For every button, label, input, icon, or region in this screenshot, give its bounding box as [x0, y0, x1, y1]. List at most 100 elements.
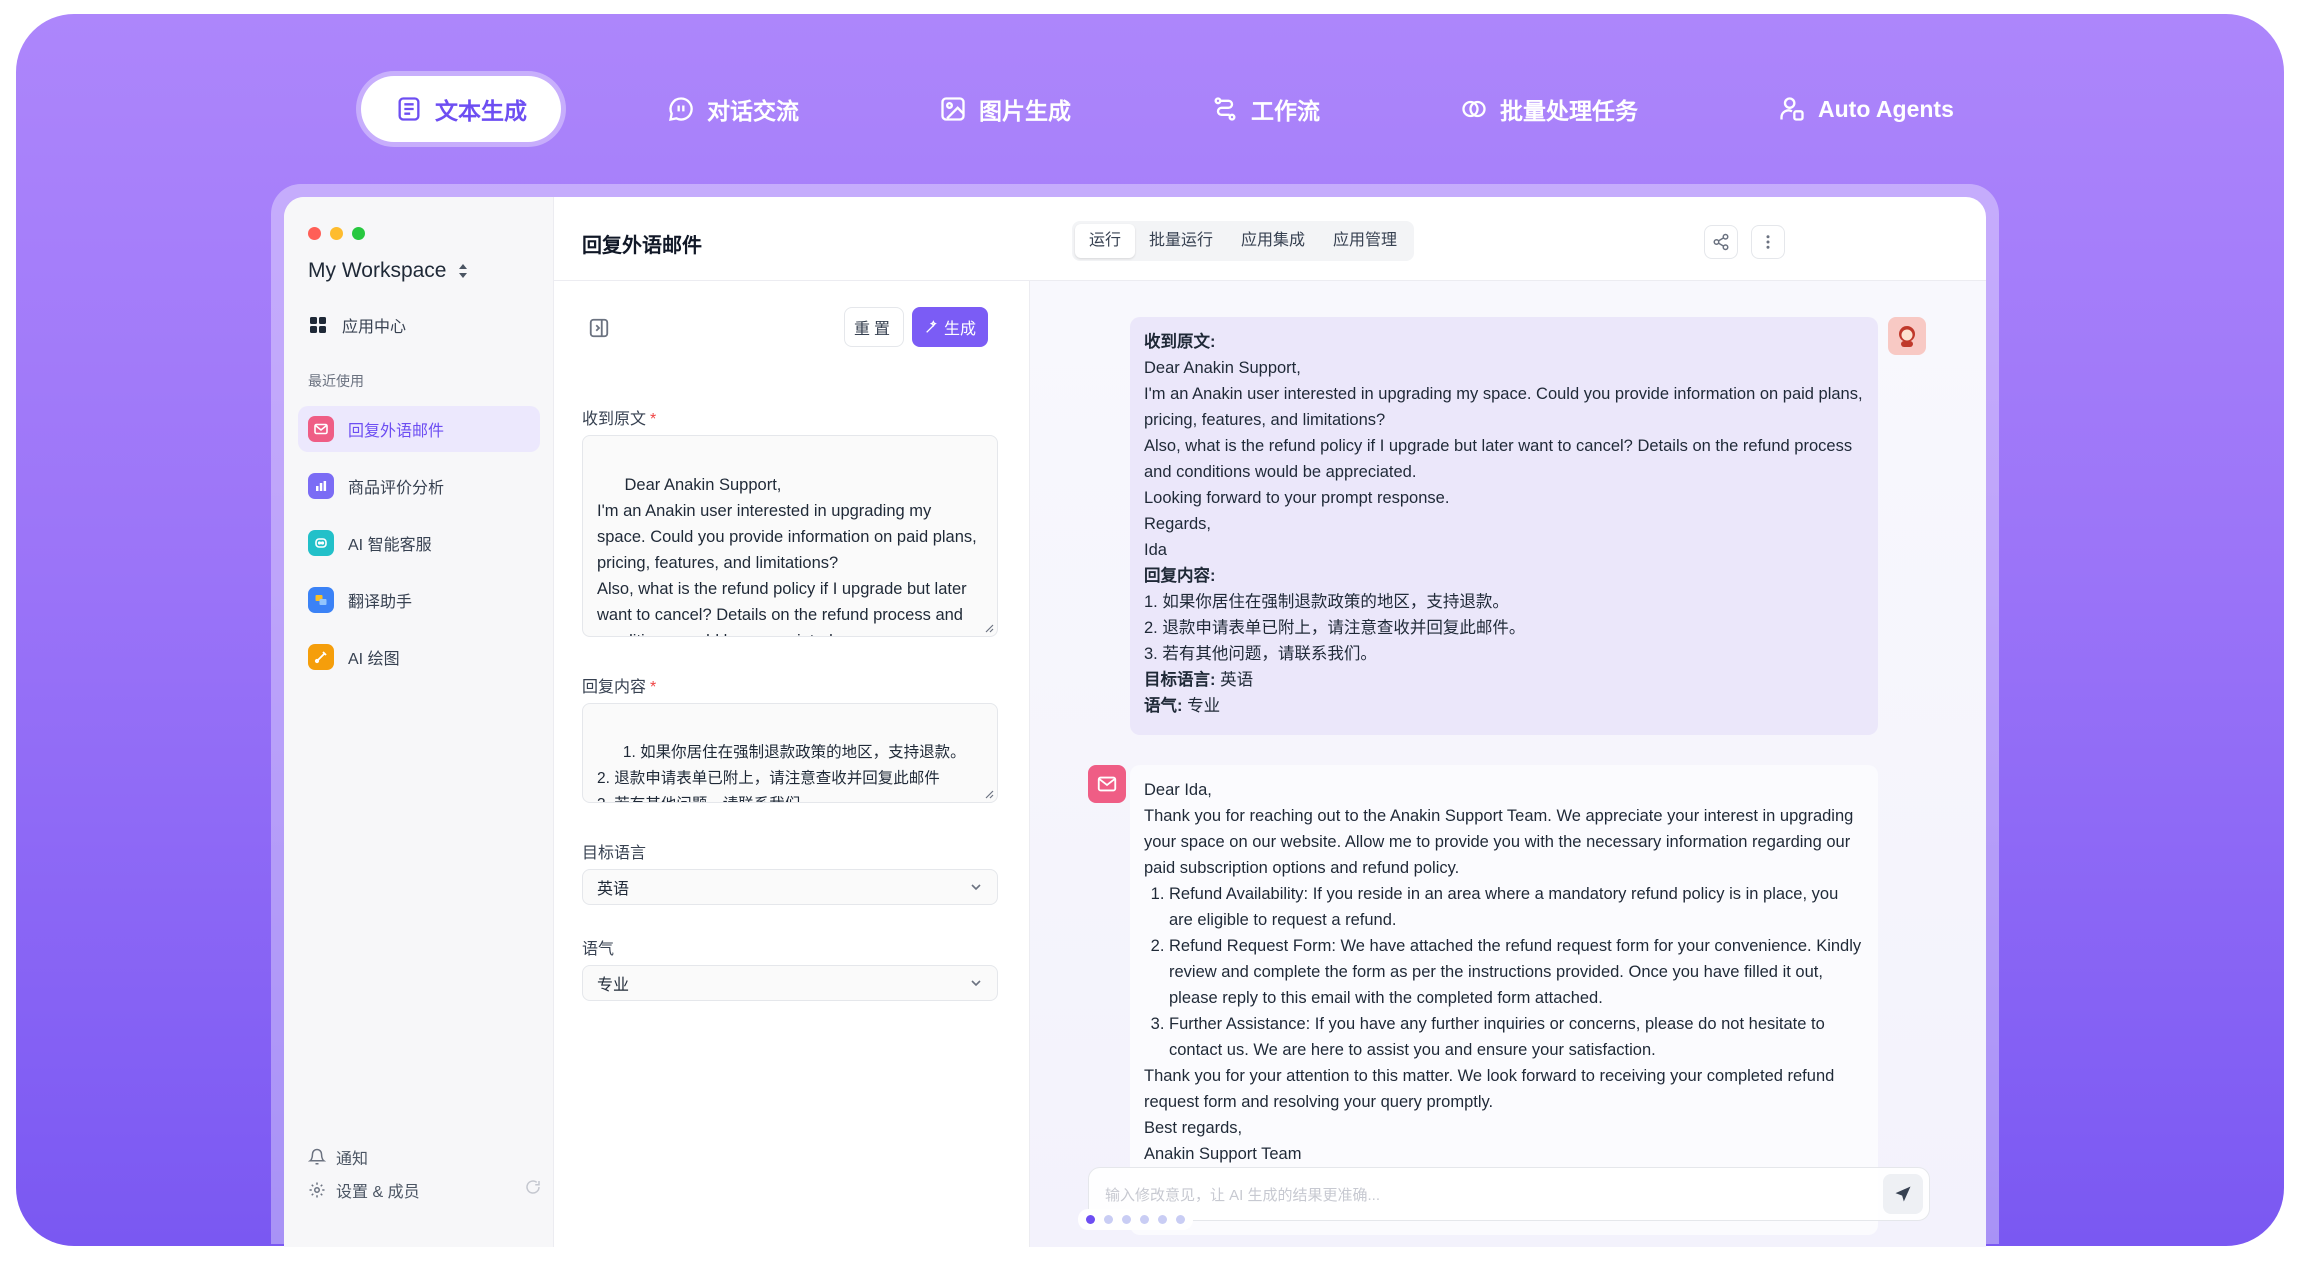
- user-avatar-icon: [1899, 326, 1915, 347]
- output-panel: 收到原文: Dear Anakin Support, I'm an Anakin…: [1030, 281, 1986, 1247]
- message-line: Dear Anakin Support,: [1144, 359, 1301, 377]
- tab-chat[interactable]: 对话交流: [633, 76, 833, 142]
- tab-workflow[interactable]: 工作流: [1177, 76, 1354, 142]
- sidebar-item-review-analysis[interactable]: 商品评价分析: [298, 463, 540, 509]
- tab-integration[interactable]: 应用集成: [1227, 224, 1319, 258]
- outro-paragraph: Thank you for your attention to this mat…: [1144, 1067, 1835, 1111]
- sidebar-item-label: 翻译助手: [348, 594, 413, 611]
- message-line: I'm an Anakin user interested in upgradi…: [1144, 385, 1863, 429]
- tab-label: Auto Agents: [1818, 95, 1954, 122]
- refresh-icon[interactable]: [524, 1178, 542, 1196]
- language-line: 目标语言: 英语: [1144, 671, 1254, 689]
- minimize-dot[interactable]: [330, 227, 343, 240]
- page-title: 回复外语邮件: [582, 235, 702, 257]
- page-dot[interactable]: [1158, 1215, 1167, 1224]
- page-dot[interactable]: [1176, 1215, 1185, 1224]
- close-dot[interactable]: [308, 227, 321, 240]
- paint-icon: [308, 644, 334, 670]
- tab-app-management[interactable]: 应用管理: [1319, 224, 1411, 258]
- generate-label: 生成: [943, 321, 976, 338]
- share-button[interactable]: [1704, 225, 1738, 259]
- notifications-link[interactable]: 通知: [308, 1145, 368, 1169]
- generate-button[interactable]: 生成: [912, 307, 988, 347]
- reply-textarea[interactable]: 1. 如果你居住在强制退款政策的地区，支持退款。 2. 退款申请表单已附上，请注…: [582, 703, 998, 803]
- greeting: Dear Ida,: [1144, 781, 1212, 799]
- recent-section-label: 最近使用: [308, 373, 364, 389]
- page-dot[interactable]: [1104, 1215, 1113, 1224]
- tab-label: 工作流: [1251, 98, 1320, 124]
- original-textarea[interactable]: Dear Anakin Support, I'm an Anakin user …: [582, 435, 998, 637]
- page-dot[interactable]: [1122, 1215, 1131, 1224]
- sidebar-item-app-center[interactable]: 应用中心: [298, 302, 540, 348]
- original-text: Dear Anakin Support, I'm an Anakin user …: [597, 476, 977, 636]
- signature: Anakin Support Team: [1144, 1145, 1302, 1163]
- tab-label: 文本生成: [435, 98, 527, 124]
- mail-icon: [1097, 776, 1117, 792]
- reply-field-label: 回复内容 *: [582, 679, 657, 696]
- tab-auto-agents[interactable]: Auto Agents: [1744, 76, 1988, 142]
- sidebar-item-label: 回复外语邮件: [348, 423, 445, 440]
- more-button[interactable]: [1751, 225, 1785, 259]
- tone-value: 专业: [597, 977, 630, 994]
- reply-line: 3. 若有其他问题，请联系我们。: [1144, 645, 1377, 663]
- sidebar-item-translator[interactable]: 翻译助手: [298, 577, 540, 623]
- maximize-dot[interactable]: [352, 227, 365, 240]
- page-dot[interactable]: [1086, 1215, 1095, 1224]
- resize-handle-icon[interactable]: [985, 624, 994, 633]
- message-line: Also, what is the refund policy if I upg…: [1144, 437, 1853, 481]
- intro-paragraph: Thank you for reaching out to the Anakin…: [1144, 807, 1854, 877]
- workspace-switcher[interactable]: My Workspace: [308, 259, 470, 283]
- tab-label: 批量处理任务: [1500, 98, 1638, 124]
- sidebar-item-reply-email[interactable]: 回复外语邮件: [298, 406, 540, 452]
- tab-text-generation[interactable]: 文本生成: [361, 76, 561, 142]
- reset-button[interactable]: 重置: [844, 307, 904, 347]
- tone-select[interactable]: 专业: [582, 965, 998, 1001]
- grid-icon: [310, 317, 326, 333]
- user-message: 收到原文: Dear Anakin Support, I'm an Anakin…: [1130, 317, 1878, 735]
- top-bar: 回复外语邮件 运行 批量运行 应用集成 应用管理: [554, 197, 1986, 281]
- language-field-label: 目标语言: [582, 845, 647, 862]
- assistant-message: Dear Ida, Thank you for reaching out to …: [1130, 765, 1878, 1235]
- sidebar-item-ai-drawing[interactable]: AI 绘图: [298, 634, 540, 680]
- robot-icon: [308, 530, 334, 556]
- gear-icon: [309, 1182, 325, 1198]
- language-value: 英语: [597, 881, 630, 898]
- tab-batch[interactable]: 批量处理任务: [1426, 76, 1672, 142]
- settings-label: 设置 & 成员: [336, 1184, 420, 1201]
- window-controls: [308, 227, 365, 240]
- resize-handle-icon[interactable]: [985, 790, 994, 799]
- message-line: Looking forward to your prompt response.: [1144, 489, 1450, 507]
- tab-batch-run[interactable]: 批量运行: [1135, 224, 1227, 258]
- notify-label: 通知: [336, 1151, 369, 1168]
- settings-link[interactable]: 设置 & 成员: [308, 1178, 420, 1202]
- sidebar-item-label: AI 绘图: [348, 651, 400, 668]
- input-form: 重置 生成 收到原文 * Dear Anakin Support, I'm an …: [554, 281, 1030, 1247]
- sidebar-item-label: 应用中心: [342, 319, 407, 336]
- message-line: Regards,: [1144, 515, 1211, 533]
- tab-run[interactable]: 运行: [1075, 224, 1136, 258]
- image-icon: [941, 97, 965, 121]
- tab-image-generation[interactable]: 图片生成: [905, 76, 1105, 142]
- chevron-down-icon: [971, 884, 981, 891]
- tone-field-label: 语气: [582, 941, 615, 958]
- list-item: Refund Availability: If you reside in an…: [1169, 881, 1864, 933]
- send-icon: [1895, 1186, 1911, 1202]
- app-window: My Workspace 应用中心 最近使用 回复外语邮件 商品评价分析 AI …: [284, 197, 1986, 1247]
- agents-icon: [1780, 97, 1804, 121]
- page-dot[interactable]: [1140, 1215, 1149, 1224]
- chart-icon: [308, 473, 334, 499]
- original-field-label: 收到原文 *: [582, 411, 657, 428]
- send-button[interactable]: [1883, 1174, 1923, 1214]
- reply-text: 1. 如果你居住在强制退款政策的地区，支持退款。 2. 退款申请表单已附上，请注…: [597, 744, 966, 802]
- message-line: Ida: [1144, 541, 1167, 559]
- tab-label: 图片生成: [979, 98, 1071, 124]
- feedback-input[interactable]: 输入修改意见，让 AI 生成的结果更准确...: [1088, 1167, 1930, 1221]
- reply-heading: 回复内容:: [1144, 567, 1216, 585]
- sidebar-item-ai-service[interactable]: AI 智能客服: [298, 520, 540, 566]
- panel-toggle-icon[interactable]: [588, 317, 610, 339]
- document-icon: [398, 97, 420, 121]
- workspace-name: My Workspace: [308, 259, 447, 282]
- mail-icon: [308, 416, 334, 442]
- feedback-placeholder: 输入修改意见，让 AI 生成的结果更准确...: [1105, 1186, 1381, 1204]
- language-select[interactable]: 英语: [582, 869, 998, 905]
